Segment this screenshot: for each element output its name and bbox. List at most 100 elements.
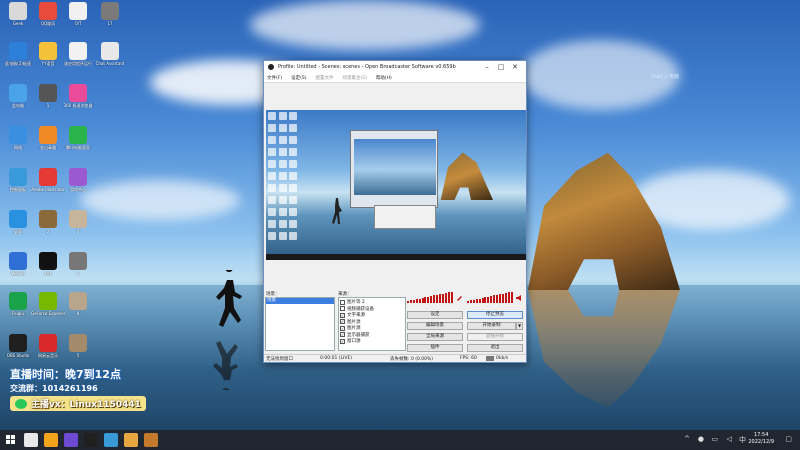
speaker-icon[interactable] <box>515 294 523 302</box>
meter-bar <box>493 295 496 303</box>
taskbar-app-icon[interactable] <box>84 433 98 447</box>
scene-item-selected[interactable]: 场景 <box>266 298 334 304</box>
source-checkbox[interactable]: ✓ <box>340 325 345 331</box>
settings-button[interactable]: 设定 <box>407 311 463 319</box>
source-checkbox[interactable]: ✓ <box>340 332 345 338</box>
taskbar-app-icon[interactable] <box>44 433 58 447</box>
app-icon <box>9 84 27 102</box>
desktop-icon[interactable]: 金山毒霸 <box>34 126 62 160</box>
app-icon <box>69 210 87 228</box>
desktop-icon[interactable]: 1 <box>34 84 62 118</box>
start-button-icon[interactable] <box>6 435 15 444</box>
source-checkbox[interactable]: ✓ <box>340 319 345 325</box>
taskbar-app-icon[interactable] <box>64 433 78 447</box>
taskbar-app-icon[interactable] <box>24 433 38 447</box>
desktop-icon[interactable]: 控制面板 <box>4 168 32 202</box>
source-checkbox[interactable]: ✓ <box>340 338 345 344</box>
desktop-icon[interactable]: 1 <box>64 252 92 286</box>
preview-canvas[interactable] <box>266 110 526 260</box>
taskbar-clock[interactable]: 17:54 2022/12/9 <box>748 432 774 446</box>
input-method-icon[interactable]: 中 <box>739 435 746 445</box>
menu-item[interactable]: 帮助(H) <box>376 75 392 81</box>
desktop-icon[interactable]: 网易云音乐 <box>34 334 62 368</box>
plugins-button[interactable]: 插件 <box>407 344 463 352</box>
title-bar[interactable]: Profile: Untitled - Scenes: scenes - Ope… <box>264 61 526 73</box>
menu-item[interactable]: 设定(S) <box>291 75 306 81</box>
start-recording-button[interactable]: 开始录制 <box>467 322 516 330</box>
taskbar: ^ ● ▭ ◁ 中 17:54 2022/12/9 ▢ <box>0 430 800 450</box>
source-checkbox[interactable] <box>340 299 345 305</box>
sources-list[interactable]: 图片等 2 视频捕获设备 ✓ 文字来源 ✓ 图片源 ✓ 图片源 ✓ 显示器捕获 ✓ 窗口源 <box>338 297 406 351</box>
network-icon[interactable]: ▭ <box>711 435 718 443</box>
desktop-icon[interactable]: YY语音 <box>34 42 62 76</box>
source-checkbox[interactable]: ✓ <box>340 312 345 318</box>
exit-button[interactable]: 退出 <box>467 344 523 352</box>
mini-icon <box>268 136 276 144</box>
volume-icon[interactable]: ◁ <box>727 435 732 443</box>
source-checkbox[interactable] <box>340 306 345 312</box>
desktop-icon[interactable]: QQ <box>34 252 62 286</box>
menu-item[interactable]: 文件(F) <box>267 75 282 81</box>
taskbar-app-icon[interactable] <box>144 433 158 447</box>
desktop-icon[interactable]: 5 <box>64 334 92 368</box>
obs-window[interactable]: Profile: Untitled - Scenes: scenes - Ope… <box>263 60 527 363</box>
maximize-button[interactable]: □ <box>494 63 508 71</box>
menu-item[interactable]: 场景集合(S) <box>342 75 366 81</box>
app-icon <box>101 42 119 60</box>
global-sources-button[interactable]: 全局来源 <box>407 333 463 341</box>
minimize-button[interactable]: – <box>480 63 494 71</box>
control-area: 场景： 来源： 场景 图片等 2 视频捕获设备 ✓ 文字来源 ✓ 图片源 ✓ 图片源 ✓ 显示器捕… <box>264 261 526 353</box>
desktop-icon-label: Weixin <box>11 271 25 276</box>
desktop-icon[interactable]: Feiqiu <box>4 292 32 326</box>
tray-chevron-icon[interactable]: ^ <box>684 435 690 443</box>
notification-icon[interactable]: ▢ <box>785 435 792 443</box>
meter-bar <box>475 299 478 303</box>
wechat-tray-icon[interactable]: ● <box>698 435 704 443</box>
desktop-icon-label: OIT <box>74 21 82 26</box>
desktop-icon[interactable]: Weixin <box>4 252 32 286</box>
mic-icon[interactable] <box>455 294 463 302</box>
mini-icon <box>278 148 287 156</box>
taskbar-app-icon[interactable] <box>124 433 138 447</box>
recording-dropdown-button[interactable]: ▼ <box>516 322 523 330</box>
desktop-icon[interactable]: 该应用程序运行 <box>64 42 92 76</box>
mini-icon <box>278 124 287 132</box>
edit-scene-button[interactable]: 编辑场景 <box>407 322 463 330</box>
desktop-icon[interactable]: GeForce Experience <box>31 292 65 326</box>
start-streaming-button[interactable]: 直播开始 <box>467 333 523 341</box>
desktop-icon[interactable]: OIT <box>64 2 92 36</box>
desktop-icon[interactable]: 腾讯电脑管家 <box>64 126 92 160</box>
desktop-icon[interactable]: 360 极速浏览器 <box>64 84 92 118</box>
mic-volume-meter[interactable] <box>467 291 513 303</box>
app-icon <box>69 252 87 270</box>
stop-preview-button[interactable]: 停止预览 <box>467 311 523 319</box>
desktop-icon[interactable]: 录屏 <box>4 210 32 244</box>
desktop-volume-meter[interactable] <box>407 291 453 303</box>
desktop-icon-label: 8 <box>76 311 80 316</box>
app-icon <box>69 292 87 310</box>
desktop-icon[interactable]: Geek <box>4 2 32 36</box>
desktop-icon[interactable]: 此电脑 <box>4 84 32 118</box>
desktop-icon[interactable]: 此电脑(2)极速 <box>4 42 32 76</box>
meter-bar <box>507 292 510 303</box>
mini-icon <box>289 196 298 204</box>
desktop-icon[interactable]: 4 <box>64 210 92 244</box>
menu-item[interactable]: 配置文件 <box>315 75 333 81</box>
desktop-icon[interactable]: 17 <box>96 2 124 36</box>
clock-date: 2022/12/9 <box>748 439 774 445</box>
desktop-icon[interactable]: 网络 <box>4 126 32 160</box>
desktop-icon[interactable]: OBS Studio <box>4 334 32 368</box>
meter-bar <box>418 298 421 303</box>
desktop-icon[interactable]: 游戏中心 <box>64 168 92 202</box>
taskbar-app-icon[interactable] <box>104 433 118 447</box>
scenes-list[interactable]: 场景 <box>265 297 335 351</box>
source-item[interactable]: ✓ 窗口源 <box>340 338 404 345</box>
status-bitrate: 0kb/s <box>496 356 509 361</box>
close-button[interactable]: ✕ <box>508 63 522 71</box>
desktop-icon[interactable]: Chat Assistant <box>96 42 124 76</box>
desktop-icon[interactable]: Adobe Illustrator <box>31 168 65 202</box>
desktop-icon[interactable]: QQ旋风 <box>34 2 62 36</box>
desktop-icon[interactable]: 2 <box>34 210 62 244</box>
mini-icon <box>289 208 298 216</box>
desktop-icon[interactable]: 8 <box>64 292 92 326</box>
